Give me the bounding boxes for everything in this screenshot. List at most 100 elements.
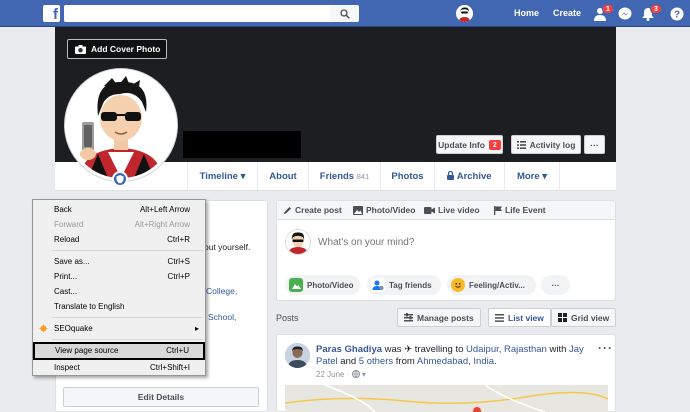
ctx-reload-shortcut: Ctrl+R: [167, 235, 190, 244]
notifications-badge: 3: [650, 4, 662, 14]
tab-life-event-label: Life Event: [505, 205, 546, 215]
messenger-icon[interactable]: [618, 5, 636, 22]
tab-live-video[interactable]: Live video: [424, 201, 480, 220]
edit-details-button[interactable]: Edit Details: [63, 387, 259, 407]
profile-avatar[interactable]: [456, 5, 473, 22]
tab-more[interactable]: More ▾: [504, 162, 560, 191]
intro-bio-text: out yourself.: [204, 242, 251, 252]
list-view-label: List view: [508, 312, 544, 323]
globe-icon[interactable]: [351, 370, 360, 378]
ctx-save-as[interactable]: Save as... Ctrl+S: [34, 254, 204, 269]
avatar-illustration-icon: [68, 72, 174, 178]
post-place-link[interactable]: Udaipur, Rajasthan: [466, 344, 547, 355]
list-view-button[interactable]: List view: [488, 308, 551, 327]
update-info-button[interactable]: Update Info 2: [436, 135, 503, 154]
facebook-logo-icon[interactable]: f: [43, 5, 60, 22]
tag-friends-icon: [371, 278, 385, 292]
home-link[interactable]: Home: [514, 8, 539, 18]
tab-friends[interactable]: Friends 841: [308, 162, 380, 191]
seoquake-icon: [39, 324, 48, 333]
intro-college-link[interactable]: College,: [206, 286, 237, 296]
tab-create-post-label: Create post: [295, 205, 342, 215]
ctx-view-page-source[interactable]: View page source Ctrl+U: [33, 342, 205, 360]
search-button[interactable]: [330, 5, 359, 22]
ctx-inspect-shortcut: Ctrl+Shift+I: [149, 363, 190, 372]
ctx-cast-label: Cast...: [54, 287, 78, 296]
composer-more-button[interactable]: ···: [541, 275, 570, 295]
friend-requests-badge: 1: [602, 4, 614, 14]
ctx-forward[interactable]: Forward Alt+Right Arrow: [34, 217, 204, 232]
tab-about[interactable]: About: [257, 162, 308, 191]
post-author-avatar[interactable]: [285, 343, 310, 368]
ctx-separator: [52, 250, 203, 251]
tab-photos[interactable]: Photos: [380, 162, 434, 191]
update-info-label: Update Info: [438, 139, 485, 150]
tab-photo-video[interactable]: Photo/Video: [353, 201, 415, 220]
tag-friends-pill[interactable]: Tag friends: [367, 275, 441, 295]
ctx-back-shortcut: Alt+Left Arrow: [139, 205, 190, 214]
feeling-activity-pill[interactable]: Feeling/Activ...: [447, 275, 536, 295]
svg-text:?: ?: [674, 10, 680, 21]
tab-timeline-label: Timeline: [199, 171, 238, 182]
tab-timeline[interactable]: Timeline ▾: [187, 162, 257, 191]
help-icon[interactable]: ?: [670, 5, 688, 22]
ctx-print-label: Print...: [54, 272, 78, 281]
ctx-seoquake[interactable]: SEOquake ▸: [34, 321, 204, 336]
camera-icon: [75, 44, 86, 54]
flag-icon: [494, 206, 502, 215]
ctx-reload[interactable]: Reload Ctrl+R: [34, 232, 204, 247]
composer-avatar: [285, 229, 311, 255]
post-meta: 22 June · ▾: [316, 370, 366, 379]
manage-posts-button[interactable]: Manage posts: [397, 308, 481, 327]
post-options-button[interactable]: ···: [598, 341, 613, 355]
map-image: [285, 385, 608, 412]
settings-icon: [404, 313, 413, 322]
ctx-print-shortcut: Ctrl+P: [167, 272, 190, 281]
video-camera-icon: [424, 207, 435, 214]
ctx-print[interactable]: Print... Ctrl+P: [34, 269, 204, 284]
intro-school-link[interactable]: School,: [208, 312, 236, 322]
ctx-separator: [52, 317, 203, 318]
ctx-seoquake-label: SEOquake: [54, 324, 93, 333]
post-map[interactable]: [285, 385, 608, 412]
tag-friends-pill-label: Tag friends: [389, 280, 432, 290]
activity-log-button[interactable]: Activity log: [511, 135, 581, 154]
grid-view-icon: [558, 313, 567, 322]
add-cover-photo-label: Add Cover Photo: [91, 44, 161, 54]
cover-more-button[interactable]: ···: [584, 135, 605, 154]
search-icon: [339, 8, 350, 19]
photo-video-pill[interactable]: Photo/Video: [285, 275, 360, 295]
audience-chevron-icon[interactable]: ▾: [362, 370, 366, 379]
friends-count: 841: [356, 172, 370, 181]
manage-posts-label: Manage posts: [417, 312, 474, 323]
ctx-reload-label: Reload: [54, 235, 80, 244]
add-cover-photo-button[interactable]: Add Cover Photo: [67, 39, 167, 59]
search-input[interactable]: [64, 5, 330, 22]
ctx-back[interactable]: Back Alt+Left Arrow: [34, 202, 204, 217]
tab-life-event[interactable]: Life Event: [494, 201, 546, 220]
list-icon: [516, 140, 526, 149]
activity-log-label: Activity log: [529, 139, 576, 150]
post-from-place-link[interactable]: Ahmedabad, India: [417, 356, 494, 367]
create-link[interactable]: Create: [553, 8, 581, 18]
profile-picture[interactable]: [65, 69, 177, 181]
ctx-inspect[interactable]: Inspect Ctrl+Shift+I: [34, 360, 204, 375]
photo-video-pill-label: Photo/Video: [307, 280, 354, 290]
tab-live-video-label: Live video: [438, 205, 480, 215]
tab-create-post[interactable]: Create post: [283, 201, 342, 220]
post-with-text: with: [549, 344, 567, 355]
post-author-link[interactable]: Paras Ghadiya: [316, 344, 382, 355]
photo-video-icon: [289, 278, 303, 292]
profile-shield-badge[interactable]: [112, 171, 128, 187]
ctx-translate[interactable]: Translate to English: [34, 299, 204, 314]
grid-view-button[interactable]: Grid view: [551, 308, 617, 327]
profile-name-redacted: [183, 131, 301, 158]
ctx-cast[interactable]: Cast...: [34, 284, 204, 299]
posts-heading: Posts: [276, 313, 299, 323]
whats-on-your-mind-input[interactable]: [318, 235, 598, 249]
ctx-view-page-source-label: View page source: [55, 346, 119, 355]
tab-archive[interactable]: Archive: [434, 162, 504, 191]
post-others-link[interactable]: 5 others: [359, 356, 393, 367]
post-period: .: [494, 356, 497, 367]
post-date[interactable]: 22 June ·: [316, 370, 349, 379]
